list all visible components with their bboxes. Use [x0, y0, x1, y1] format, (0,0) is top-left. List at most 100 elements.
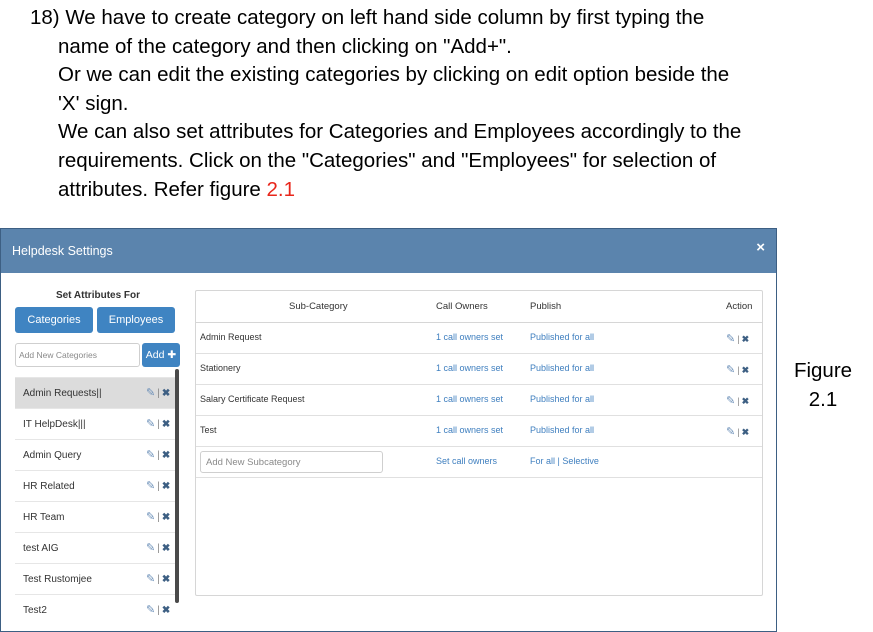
publish-link[interactable]: Published for all: [530, 363, 594, 373]
categories-button[interactable]: Categories: [15, 307, 93, 333]
category-item[interactable]: HR Team ✎ | ✖: [15, 501, 175, 532]
new-category-input[interactable]: [15, 343, 140, 367]
action-separator: |: [737, 334, 740, 344]
category-item[interactable]: Test Rustomjee ✎ | ✖: [15, 563, 175, 594]
action-separator: |: [157, 481, 160, 492]
category-item[interactable]: test AIG ✎ | ✖: [15, 532, 175, 563]
category-name: Admin Requests||: [23, 388, 102, 399]
edit-icon[interactable]: ✎: [726, 364, 735, 376]
edit-icon[interactable]: ✎: [146, 480, 155, 492]
column-header-publish: Publish: [530, 301, 562, 312]
delete-icon[interactable]: ✖: [162, 388, 170, 399]
call-owners-link[interactable]: 1 call owners set: [436, 363, 503, 373]
row-actions: ✎ | ✖: [726, 363, 749, 376]
action-separator: |: [157, 574, 160, 585]
instruction-line-text: attributes. Refer figure: [58, 177, 267, 201]
category-name: HR Team: [23, 512, 65, 523]
call-owners-link[interactable]: 1 call owners set: [436, 394, 503, 404]
edit-icon[interactable]: ✎: [146, 542, 155, 554]
publish-separator: |: [557, 456, 560, 466]
delete-icon[interactable]: ✖: [162, 481, 170, 492]
category-name: HR Related: [23, 481, 75, 492]
subcategory-name: Test: [200, 425, 217, 435]
category-name: Test2: [23, 605, 47, 616]
action-separator: |: [157, 512, 160, 523]
edit-icon[interactable]: ✎: [726, 426, 735, 438]
category-sidebar: Set Attributes For Categories Employees …: [15, 285, 181, 631]
delete-icon[interactable]: ✖: [162, 512, 170, 523]
delete-icon[interactable]: ✖: [162, 419, 170, 430]
edit-icon[interactable]: ✎: [726, 333, 735, 345]
category-name: IT HelpDesk|||: [23, 419, 86, 430]
instruction-line: name of the category and then clicking o…: [58, 34, 512, 58]
category-actions: ✎ | ✖: [146, 510, 170, 523]
modal-title: Helpdesk Settings: [12, 244, 113, 258]
instruction-line: attributes. Refer figure 2.1: [30, 176, 860, 205]
instructions-text: 18) We have to create category on left h…: [30, 4, 860, 204]
edit-icon[interactable]: ✎: [146, 511, 155, 523]
figure-caption-word: Figure: [793, 359, 853, 382]
edit-icon[interactable]: ✎: [146, 418, 155, 430]
subcategory-table: Sub-Category Call Owners Publish Action …: [195, 290, 763, 596]
action-separator: |: [157, 450, 160, 461]
delete-icon[interactable]: ✖: [742, 396, 750, 406]
category-name: test AIG: [23, 543, 59, 554]
delete-icon[interactable]: ✖: [162, 605, 170, 616]
delete-icon[interactable]: ✖: [162, 543, 170, 554]
delete-icon[interactable]: ✖: [742, 365, 750, 375]
publish-link[interactable]: Published for all: [530, 425, 594, 435]
figure-caption: Figure 2.1: [783, 356, 863, 414]
employees-button[interactable]: Employees: [97, 307, 175, 333]
publish-link[interactable]: Published for all: [530, 332, 594, 342]
row-actions: ✎ | ✖: [726, 332, 749, 345]
edit-icon[interactable]: ✎: [146, 604, 155, 616]
instruction-line: 18) We have to create category on left h…: [30, 6, 705, 29]
category-item[interactable]: Test2 ✎ | ✖: [15, 594, 175, 625]
figure-caption-number: 2.1: [808, 388, 838, 411]
row-actions: ✎ | ✖: [726, 394, 749, 407]
instruction-line: Or we can edit the existing categories b…: [58, 63, 730, 87]
publish-for-all-link[interactable]: For all: [530, 456, 555, 466]
call-owners-link[interactable]: 1 call owners set: [436, 332, 503, 342]
column-header-subcategory: Sub-Category: [289, 301, 348, 312]
delete-icon[interactable]: ✖: [162, 574, 170, 585]
edit-icon[interactable]: ✎: [146, 387, 155, 399]
category-actions: ✎ | ✖: [146, 448, 170, 461]
table-row: Admin Request 1 call owners set Publishe…: [196, 322, 762, 354]
column-header-action: Action: [726, 301, 753, 312]
delete-icon[interactable]: ✖: [742, 427, 750, 437]
category-name: Admin Query: [23, 450, 82, 461]
set-call-owners-link[interactable]: Set call owners: [436, 456, 497, 466]
category-item[interactable]: IT HelpDesk||| ✎ | ✖: [15, 408, 175, 439]
add-category-button[interactable]: Add ✚: [142, 343, 180, 367]
action-separator: |: [157, 543, 160, 554]
category-item[interactable]: Admin Requests|| ✎ | ✖: [15, 377, 175, 408]
close-icon[interactable]: ×: [756, 239, 765, 256]
new-subcategory-input[interactable]: [200, 451, 383, 473]
category-item[interactable]: HR Related ✎ | ✖: [15, 470, 175, 501]
call-owners-link[interactable]: 1 call owners set: [436, 425, 503, 435]
action-separator: |: [737, 396, 740, 406]
publish-link[interactable]: Published for all: [530, 394, 594, 404]
category-actions: ✎ | ✖: [146, 479, 170, 492]
category-actions: ✎ | ✖: [146, 603, 170, 616]
category-item[interactable]: Admin Query ✎ | ✖: [15, 439, 175, 470]
category-actions: ✎ | ✖: [146, 386, 170, 399]
action-separator: |: [737, 365, 740, 375]
figure-reference: 2.1: [266, 177, 296, 201]
action-separator: |: [157, 419, 160, 430]
modal-header: Helpdesk Settings ×: [1, 229, 776, 273]
edit-icon[interactable]: ✎: [146, 573, 155, 585]
publish-selective-link[interactable]: Selective: [562, 456, 599, 466]
category-actions: ✎ | ✖: [146, 541, 170, 554]
set-attributes-heading: Set Attributes For: [55, 290, 141, 301]
delete-icon[interactable]: ✖: [742, 334, 750, 344]
instruction-line: We can also set attributes for Categorie…: [58, 120, 742, 144]
category-list-scrollbar[interactable]: [175, 369, 179, 603]
table-row: Stationery 1 call owners set Published f…: [196, 353, 762, 385]
delete-icon[interactable]: ✖: [162, 450, 170, 461]
subcategory-name: Salary Certificate Request: [200, 394, 305, 404]
edit-icon[interactable]: ✎: [726, 395, 735, 407]
action-separator: |: [737, 427, 740, 437]
edit-icon[interactable]: ✎: [146, 449, 155, 461]
